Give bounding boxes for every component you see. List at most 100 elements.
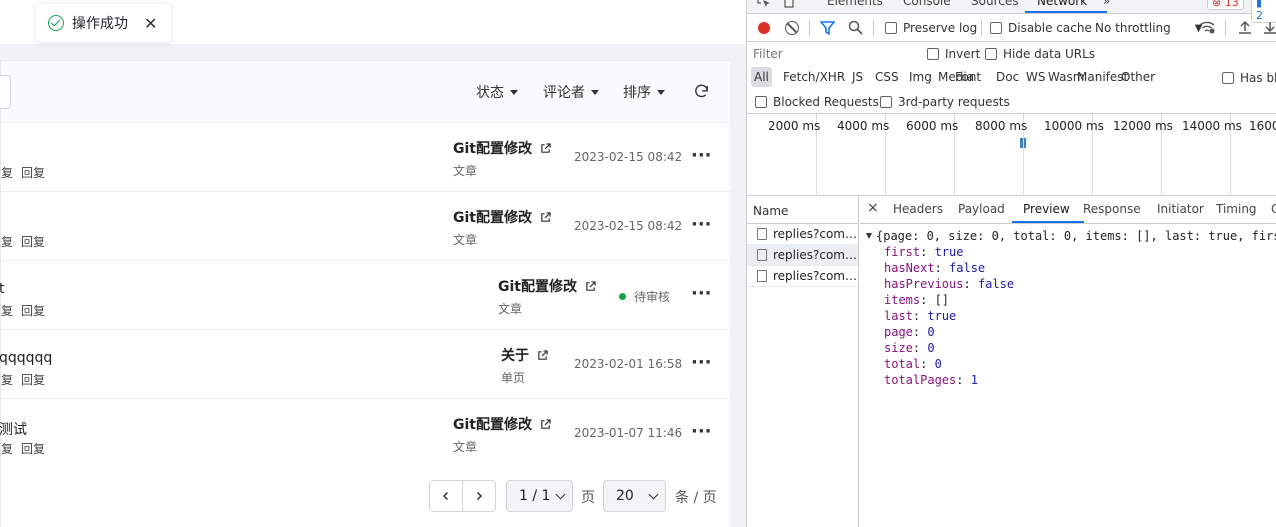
type-filter-doc[interactable]: Doc [996, 70, 1019, 84]
reply-action[interactable]: 复 [1, 373, 13, 387]
reply-action[interactable]: 复 [1, 235, 13, 249]
toolbar-divider [981, 20, 982, 36]
disable-cache-checkbox[interactable]: Disable cache [990, 21, 1092, 35]
refresh-icon[interactable] [693, 83, 710, 100]
comment-subject-link[interactable]: Git配置修改 [453, 138, 551, 158]
subject-title: Git配置修改 [453, 210, 532, 226]
blocked-requests-checkbox[interactable]: Blocked Requests [755, 95, 879, 109]
request-row[interactable]: replies?com… [747, 245, 858, 266]
checkbox-icon [985, 48, 997, 60]
active-tab-underline [1025, 11, 1107, 13]
comment-subject-link[interactable]: Git配置修改 [498, 276, 596, 296]
property-value: true [934, 245, 964, 259]
property-value: false [949, 261, 986, 275]
reply-action[interactable]: 回复 [21, 304, 45, 318]
reply-action[interactable]: 回复 [21, 442, 45, 456]
prev-page-button[interactable] [429, 480, 463, 512]
close-icon[interactable]: ✕ [144, 14, 157, 33]
comment-row: 测试复回复 Git配置修改 文章 2023-01-07 11:46 ··· [0, 399, 730, 468]
external-link-icon [586, 280, 596, 291]
preview-property: hasPrevious: false [884, 277, 1015, 291]
close-detail-icon[interactable]: × [867, 200, 879, 216]
request-row[interactable]: replies?com… [747, 266, 858, 287]
inspect-icon[interactable] [757, 0, 771, 8]
type-filter-img[interactable]: Img [909, 70, 932, 84]
filter-status[interactable]: 状态 [476, 82, 518, 102]
json-preview: {page: 0, size: 0, total: 0, items: [], … [866, 228, 1276, 388]
search-icon[interactable] [848, 20, 863, 35]
filter-input[interactable] [753, 45, 913, 63]
detail-tab-payload[interactable]: Payload [958, 202, 1005, 216]
preserve-log-checkbox[interactable]: Preserve log [885, 21, 977, 35]
next-page-button[interactable] [462, 480, 496, 512]
comment-subject-link[interactable]: Git配置修改 [453, 414, 551, 434]
detail-tab-response[interactable]: Response [1083, 202, 1141, 216]
throttling-select[interactable]: No throttling ▼ [1095, 21, 1202, 35]
device-toolbar-icon[interactable] [783, 0, 797, 8]
search-input[interactable] [0, 75, 11, 109]
tab-elements[interactable]: Elements [827, 0, 883, 8]
filter-commenter[interactable]: 评论者 [543, 82, 599, 102]
reply-action[interactable]: 回复 [21, 235, 45, 249]
subject-title: Git配置修改 [453, 141, 532, 157]
type-filter-font[interactable]: Font [955, 70, 981, 84]
error-count-badge[interactable]: ⊗ 13 [1207, 0, 1244, 10]
request-row[interactable]: replies?com… [747, 224, 858, 245]
caret-down-icon [657, 89, 665, 95]
tab-network[interactable]: Network [1037, 0, 1087, 8]
comment-subject-link[interactable]: Git配置修改 [453, 207, 551, 227]
detail-tab-c[interactable]: C [1271, 202, 1276, 216]
more-actions-button[interactable]: ··· [691, 352, 712, 373]
throttling-value: No throttling [1095, 21, 1171, 35]
name-column-header[interactable]: Name [747, 196, 858, 224]
type-filter-css[interactable]: CSS [875, 70, 899, 84]
checkbox-icon [880, 96, 892, 108]
type-filter-ws[interactable]: WS [1026, 70, 1045, 84]
network-conditions-icon[interactable] [1199, 20, 1216, 35]
third-party-checkbox[interactable]: 3rd-party requests [880, 95, 1010, 109]
import-har-icon[interactable] [1238, 20, 1252, 35]
type-filter-js[interactable]: JS [852, 70, 863, 84]
comment-subject-link[interactable]: 关于 [501, 345, 548, 365]
reply-action[interactable]: 回复 [21, 166, 45, 180]
timeline-label: 6000 ms [906, 119, 959, 133]
hide-data-urls-checkbox[interactable]: Hide data URLs [985, 47, 1095, 61]
record-icon[interactable] [757, 21, 771, 35]
page-select[interactable]: 1 / 1 [506, 480, 573, 512]
type-filter-fetchxhr[interactable]: Fetch/XHR [783, 70, 845, 84]
comment-time: 2023-01-07 11:46 [574, 426, 683, 440]
reply-action[interactable]: 复 [1, 442, 13, 456]
has-blocked-cookies-checkbox[interactable]: Has blo [1222, 71, 1276, 85]
filter-sort[interactable]: 排序 [623, 82, 665, 102]
property-value: 0 [934, 357, 942, 371]
more-actions-button[interactable]: ··· [691, 214, 712, 235]
network-toolbar: Preserve log Disable cache No throttling… [747, 14, 1276, 42]
preview-summary-line[interactable]: {page: 0, size: 0, total: 0, items: [], … [866, 228, 1276, 244]
more-actions-button[interactable]: ··· [691, 283, 712, 304]
page-size-select[interactable]: 20 [603, 480, 666, 512]
invert-checkbox[interactable]: Invert [927, 47, 980, 61]
detail-tab-preview[interactable]: Preview [1023, 202, 1070, 216]
clear-icon[interactable] [785, 21, 799, 35]
export-har-icon[interactable] [1263, 20, 1276, 35]
subject-title: Git配置修改 [453, 417, 532, 433]
chevron-down-icon [555, 489, 566, 499]
detail-tab-timing[interactable]: Timing [1216, 202, 1257, 216]
tab-more[interactable]: » [1103, 0, 1110, 8]
more-actions-button[interactable]: ··· [691, 145, 712, 166]
preview-property: size: 0 [884, 341, 935, 355]
filter-icon[interactable] [820, 21, 835, 35]
detail-tab-headers[interactable]: Headers [893, 202, 943, 216]
type-filter-other[interactable]: Other [1121, 70, 1155, 84]
subject-title: 关于 [501, 348, 529, 364]
reply-action[interactable]: 回复 [21, 373, 45, 387]
timeline-label: 8000 ms [975, 119, 1028, 133]
type-filter-all[interactable]: All [751, 67, 772, 87]
tab-sources[interactable]: Sources [971, 0, 1018, 8]
expand-triangle-icon[interactable] [866, 233, 872, 239]
more-actions-button[interactable]: ··· [691, 421, 712, 442]
reply-action[interactable]: 复 [1, 166, 13, 180]
tab-console[interactable]: Console [903, 0, 951, 8]
reply-action[interactable]: 复 [1, 304, 13, 318]
detail-tab-initiator[interactable]: Initiator [1157, 202, 1204, 216]
